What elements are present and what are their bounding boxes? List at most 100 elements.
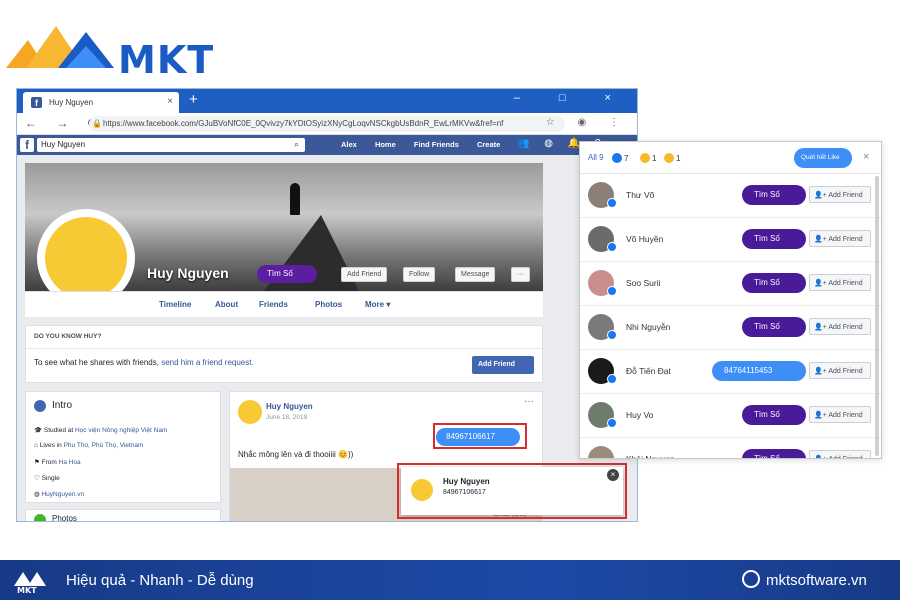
know-add-friend-button[interactable]: Add Friend <box>472 356 534 374</box>
message-button[interactable]: Message <box>455 267 496 282</box>
post-text: Nhắc mông lên và đi thooiiii 😊)) <box>238 450 354 459</box>
globe-icon <box>742 570 760 588</box>
add-friend-button[interactable]: 👤+ Add Friend <box>809 450 871 458</box>
nav-create[interactable]: Create <box>477 140 500 149</box>
tab-friends[interactable]: Friends <box>259 300 288 309</box>
user-name[interactable]: Võ Huyền <box>626 234 663 244</box>
phone-number-button[interactable]: 84764115453 <box>712 361 806 381</box>
tab-sad[interactable]: 1 <box>664 153 680 163</box>
lock-icon: 🔒 <box>92 119 102 128</box>
more-options-button[interactable]: ··· <box>511 267 530 282</box>
person-silhouette <box>290 183 300 215</box>
tim-so-button[interactable]: Tìm Số <box>742 229 806 249</box>
emoji-face-icon <box>45 217 127 299</box>
intro-label: Single <box>41 475 60 482</box>
tim-so-button[interactable]: Tìm Số <box>257 265 317 283</box>
add-friend-label: Add Friend <box>828 456 862 458</box>
fb-nav: Alex Home Find Friends Create <box>341 140 516 149</box>
add-friend-label: Add Friend <box>828 280 863 287</box>
scan-likes-button[interactable]: Quét hết Like <box>794 148 852 168</box>
profile-add-friend-button[interactable]: Add Friend <box>341 267 388 282</box>
nav-alex[interactable]: Alex <box>341 140 357 149</box>
add-friend-button[interactable]: 👤+ Add Friend <box>809 230 871 247</box>
intro-row: ◍ HuyNguyen.vn <box>34 491 85 498</box>
scrollbar[interactable] <box>875 176 879 456</box>
add-friend-button[interactable]: 👤+ Add Friend <box>809 186 871 203</box>
tim-so-button[interactable]: Tìm Số <box>742 405 806 425</box>
user-avatar[interactable] <box>588 446 614 458</box>
svg-text:MKT: MKT <box>17 586 37 594</box>
intro-link[interactable]: Ha Hoa <box>59 459 81 466</box>
search-icon[interactable]: ⌕ <box>294 139 299 150</box>
mkt-footer-logo-icon: MKT <box>14 572 46 594</box>
user-name[interactable]: Huy Vo <box>626 410 653 420</box>
browser-window: f Huy Nguyen × + – □ × ← → ⟳ 🔒 https://w… <box>16 88 638 522</box>
tab-wow[interactable]: 1 <box>640 153 656 163</box>
add-friend-button[interactable]: 👤+ Add Friend <box>809 406 871 423</box>
tab-about[interactable]: About <box>215 300 238 309</box>
address-bar[interactable]: 🔒 https://www.facebook.com/GJuBVoNfC0E_0… <box>89 116 565 132</box>
like-badge-icon <box>607 374 617 384</box>
list-item: Nhi Nguyễn Tìm Số 👤+ Add Friend <box>580 306 881 350</box>
slogan: Hiệu quả - Nhanh - Dễ dùng <box>66 572 254 589</box>
intro-label: Lives in <box>39 442 64 449</box>
tab-more[interactable]: More ▾ <box>365 300 390 309</box>
panel-close-icon[interactable]: × <box>863 151 869 163</box>
list-item: Huy Vo Tìm Số 👤+ Add Friend <box>580 394 881 438</box>
mkt-mountain-icon <box>6 26 114 68</box>
tab-timeline[interactable]: Timeline <box>159 300 191 309</box>
new-tab-button[interactable]: + <box>189 91 198 108</box>
post-author[interactable]: Huy Nguyen <box>266 402 313 411</box>
tim-so-button[interactable]: Tìm Số <box>742 317 806 337</box>
tab-like[interactable]: 7 <box>612 153 628 163</box>
add-friend-button[interactable]: 👤+ Add Friend <box>809 362 871 379</box>
add-friend-button[interactable]: 👤+ Add Friend <box>809 318 871 335</box>
follow-button[interactable]: Follow <box>403 267 436 282</box>
nav-find-friends[interactable]: Find Friends <box>414 140 459 149</box>
add-friend-label: Add Friend <box>828 236 863 243</box>
tim-so-button[interactable]: Tìm Số <box>742 449 806 458</box>
intro-row: 🎓 Studied at Học viện Nông nghiệp Việt N… <box>34 427 168 434</box>
intro-row: ♡ Single <box>34 475 60 482</box>
tab-all[interactable]: All 9 <box>588 153 604 162</box>
post-date[interactable]: June 18, 2019 · <box>266 414 311 421</box>
add-friend-button[interactable]: 👤+ Add Friend <box>809 274 871 291</box>
add-friend-label: Add Friend <box>828 324 863 331</box>
add-friend-label: Add Friend <box>828 412 863 419</box>
wow-icon <box>640 153 650 163</box>
intro-link[interactable]: HuyNguyen.vn <box>41 491 84 498</box>
intro-link[interactable]: Phu Tho, Phú Thọ, Vietnam <box>64 442 144 449</box>
facebook-logo-icon[interactable]: f <box>20 138 34 152</box>
photos-box[interactable]: Photos <box>25 509 221 521</box>
panel-header: All 9 7 1 1 Quét hết Like × <box>580 142 881 174</box>
tab-photos[interactable]: Photos <box>315 300 342 309</box>
user-name[interactable]: Nhi Nguyễn <box>626 322 670 332</box>
intro-box: Intro 🎓 Studied at Học viện Nông nghiệp … <box>25 391 221 503</box>
nav-home[interactable]: Home <box>375 140 396 149</box>
post-avatar[interactable] <box>238 400 262 424</box>
tab-title: Huy Nguyen <box>49 98 94 107</box>
logo-text: MKT <box>118 38 215 82</box>
user-name[interactable]: Thư Võ <box>626 190 654 200</box>
window-controls[interactable]: – □ × <box>514 92 629 104</box>
user-name[interactable]: Khải Nguyen <box>626 454 675 458</box>
post-options-icon[interactable]: ··· <box>524 396 534 407</box>
list-item: Soo Surii Tìm Số 👤+ Add Friend <box>580 262 881 306</box>
tim-so-button[interactable]: Tìm Số <box>742 273 806 293</box>
photos-icon <box>34 514 46 521</box>
fb-search-input[interactable]: Huy Nguyen ⌕ <box>37 138 305 152</box>
tim-so-button[interactable]: Tìm Số <box>742 185 806 205</box>
tab-close-icon[interactable]: × <box>167 96 173 107</box>
friend-request-link[interactable]: send him a friend request. <box>161 358 254 367</box>
know-text-label: To see what he shares with friends, <box>34 358 162 367</box>
like-badge-icon <box>607 418 617 428</box>
browser-tab[interactable]: f Huy Nguyen × <box>23 92 179 113</box>
reactions-panel: All 9 7 1 1 Quét hết Like × Thư Võ Tìm Số… <box>579 141 882 459</box>
intro-link[interactable]: Học viện Nông nghiệp Việt Nam <box>75 427 167 434</box>
user-name[interactable]: Đỗ Tiến Đạt <box>626 366 671 376</box>
website-link[interactable]: mktsoftware.vn <box>766 572 867 589</box>
like-icon <box>612 153 622 163</box>
browser-menu-icon[interactable]: ☆ ◉ ⋮ <box>546 117 629 128</box>
user-name[interactable]: Soo Surii <box>626 278 661 288</box>
highlight-box <box>397 463 627 519</box>
